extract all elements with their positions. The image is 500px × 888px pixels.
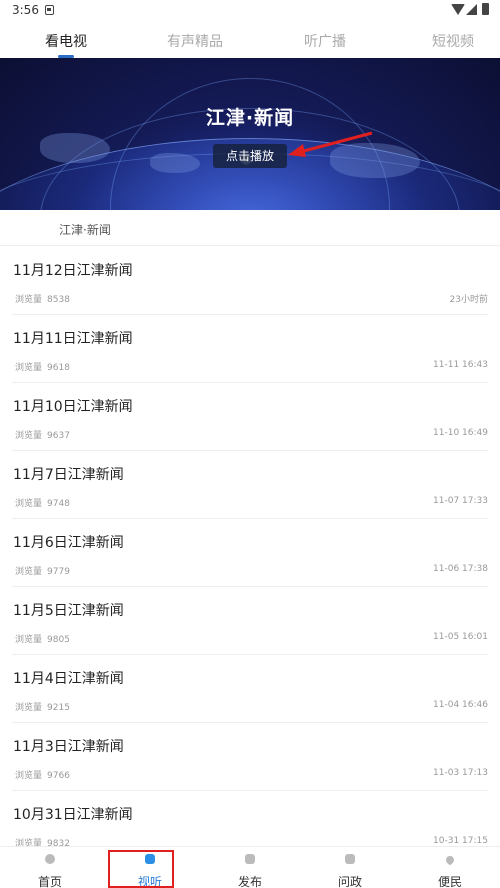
views-label: 浏览量	[15, 363, 43, 373]
item-title: 11月5日江津新闻	[13, 603, 124, 619]
tab-radio[interactable]: 听广播	[303, 31, 347, 51]
views-count: 9766	[47, 771, 70, 781]
item-title: 11月11日江津新闻	[13, 331, 133, 347]
views-label: 浏览量	[15, 771, 43, 781]
banner-title: 江津·新闻	[205, 107, 295, 129]
views-label: 浏览量	[15, 567, 43, 577]
tab-watch-tv[interactable]: 看电视	[42, 31, 90, 51]
list-item[interactable]: 11月3日江津新闻 浏览量 9766 11-03 17:13	[12, 723, 488, 791]
heart-icon	[444, 854, 456, 866]
item-views: 浏览量 9748	[15, 496, 70, 509]
item-title: 10月31日江津新闻	[13, 807, 133, 823]
item-title: 11月7日江津新闻	[13, 467, 124, 483]
item-views: 浏览量 9637	[15, 428, 70, 441]
item-date: 11-07 17:33	[433, 496, 488, 506]
item-title: 11月6日江津新闻	[13, 535, 124, 551]
item-views: 浏览量 9779	[15, 564, 70, 577]
annotation-highlight-box	[108, 850, 174, 888]
views-count: 9805	[47, 635, 70, 645]
item-date: 11-11 16:43	[433, 360, 488, 370]
views-label: 浏览量	[15, 703, 43, 713]
item-date: 11-05 16:01	[433, 632, 488, 642]
news-banner[interactable]: 江津·新闻 点击播放	[0, 58, 500, 210]
list-item[interactable]: 11月12日江津新闻 浏览量 8538 23小时前	[12, 247, 488, 315]
status-time: 3:56	[12, 3, 39, 17]
item-views: 浏览量 9805	[15, 632, 70, 645]
bottom-navigation: 首页 视听 发布 问政 便民	[0, 846, 500, 888]
item-date: 11-04 16:46	[433, 700, 488, 710]
nav-convenience[interactable]: 便民	[400, 847, 500, 888]
top-tabs: 看电视 有声精品 听广播 短视频	[0, 22, 500, 58]
list-item[interactable]: 11月10日江津新闻 浏览量 9637 11-10 16:49	[12, 383, 488, 451]
section-label: 江津·新闻	[59, 223, 111, 237]
views-label: 浏览量	[15, 431, 43, 441]
politics-icon	[345, 854, 355, 864]
continent-shape	[40, 133, 110, 163]
nav-home[interactable]: 首页	[0, 847, 100, 888]
views-label: 浏览量	[15, 295, 43, 305]
item-date: 10-31 17:15	[433, 836, 488, 846]
signal-icon	[466, 4, 477, 15]
views-count: 9637	[47, 431, 70, 441]
battery-icon	[482, 3, 489, 15]
views-count: 9618	[47, 363, 70, 373]
item-date: 11-06 17:38	[433, 564, 488, 574]
views-count: 9748	[47, 499, 70, 509]
views-count: 9779	[47, 567, 70, 577]
item-title: 11月3日江津新闻	[13, 739, 124, 755]
list-item[interactable]: 11月6日江津新闻 浏览量 9779 11-06 17:38	[12, 519, 488, 587]
item-views: 浏览量 9215	[15, 700, 70, 713]
notification-icon	[45, 5, 54, 15]
item-views: 浏览量 9618	[15, 360, 70, 373]
home-icon	[45, 854, 55, 864]
continent-shape	[150, 153, 200, 173]
item-date: 23小时前	[449, 295, 488, 305]
news-list: 11月12日江津新闻 浏览量 8538 23小时前 11月11日江津新闻 浏览量 9…	[0, 247, 500, 859]
item-date: 11-03 17:13	[433, 768, 488, 778]
nav-politics[interactable]: 问政	[300, 847, 400, 888]
views-count: 8538	[47, 295, 70, 305]
item-title: 11月12日江津新闻	[13, 263, 133, 279]
views-label: 浏览量	[15, 635, 43, 645]
publish-icon	[245, 854, 255, 864]
list-item[interactable]: 11月7日江津新闻 浏览量 9748 11-07 17:33	[12, 451, 488, 519]
nav-label: 首页	[37, 875, 62, 888]
list-item[interactable]: 11月11日江津新闻 浏览量 9618 11-11 16:43	[12, 315, 488, 383]
item-title: 11月10日江津新闻	[13, 399, 133, 415]
nav-label: 问政	[337, 875, 362, 888]
item-views: 浏览量 8538	[15, 292, 70, 305]
wifi-icon	[451, 4, 465, 15]
annotation-arrow-icon	[288, 131, 373, 157]
item-views: 浏览量 9766	[15, 768, 70, 781]
nav-publish[interactable]: 发布	[200, 847, 300, 888]
list-item[interactable]: 11月4日江津新闻 浏览量 9215 11-04 16:46	[12, 655, 488, 723]
item-date: 11-10 16:49	[433, 428, 488, 438]
list-item[interactable]: 11月5日江津新闻 浏览量 9805 11-05 16:01	[12, 587, 488, 655]
item-title: 11月4日江津新闻	[13, 671, 124, 687]
views-label: 浏览量	[15, 499, 43, 509]
section-header: 江津·新闻	[0, 210, 500, 246]
views-count: 9215	[47, 703, 70, 713]
tab-short-video[interactable]: 短视频	[431, 31, 475, 51]
nav-label: 发布	[237, 875, 262, 888]
tab-audio-selection[interactable]: 有声精品	[166, 31, 224, 51]
play-button[interactable]: 点击播放	[213, 144, 287, 168]
status-bar: 3:56	[0, 0, 500, 22]
nav-label: 便民	[437, 875, 462, 888]
